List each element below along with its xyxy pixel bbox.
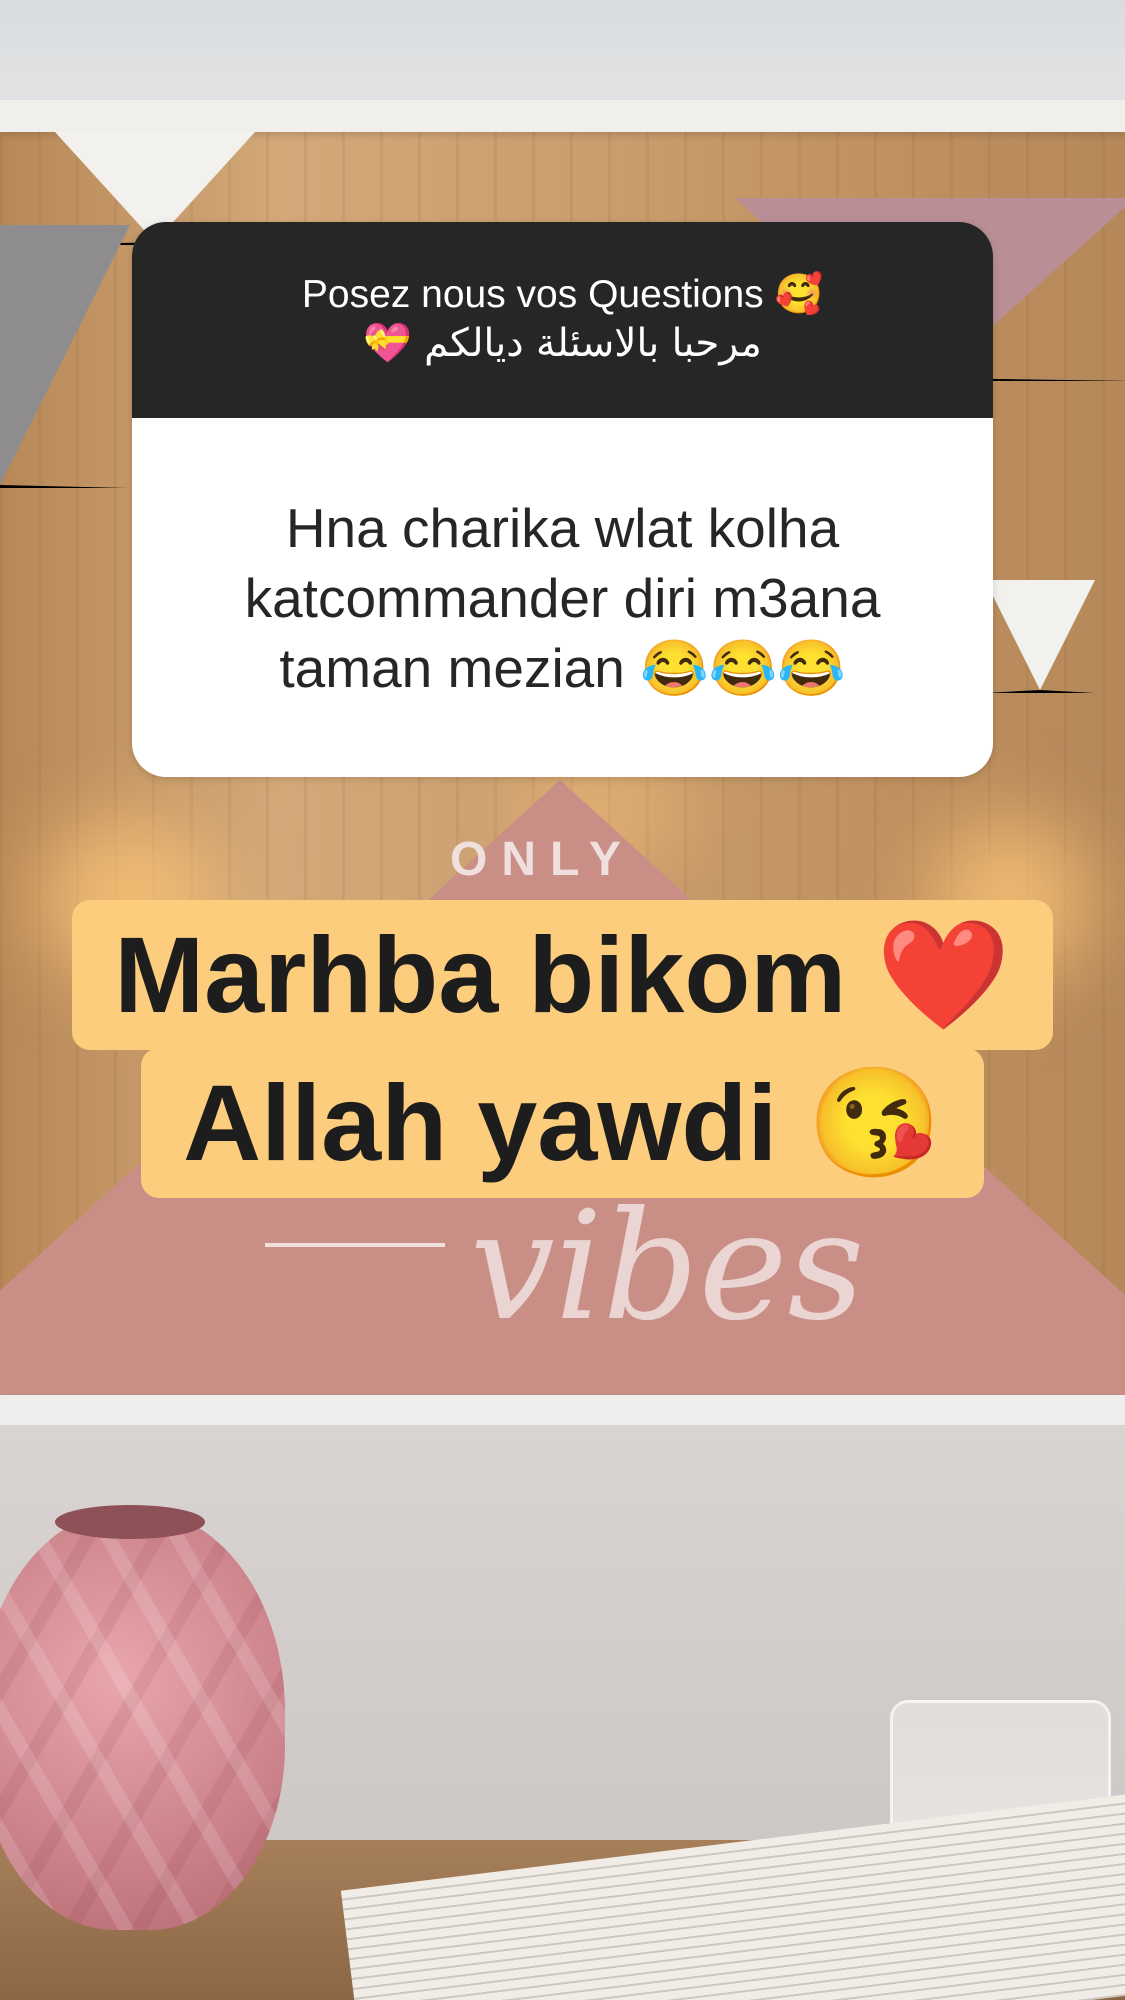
pink-vase [0,1510,285,1930]
question-header: Posez nous vos Questions 🥰 مرحبا بالاسئل… [132,222,993,418]
caption-line-1: Marhba bikom ❤️ [72,900,1053,1050]
top-shelf [0,100,1125,132]
question-subtitle: مرحبا بالاسئلة ديالكم 💝 [363,321,762,366]
frame-ledge [0,1395,1125,1425]
question-title: Posez nous vos Questions 🥰 [301,273,824,316]
vase-mouth [55,1505,205,1539]
bunting-flag [985,580,1095,693]
poster-script: vibes [470,1180,865,1354]
answer-body: Hna charika wlat kolha katcommander diri… [132,418,993,777]
poster-text: ONLY [450,833,635,886]
poster-arrow [265,1243,445,1247]
answer-text: Hna charika wlat kolha katcommander diri… [244,496,881,699]
question-sticker[interactable]: Posez nous vos Questions 🥰 مرحبا بالاسئل… [132,222,993,777]
bunting-flag [0,225,130,488]
caption-text[interactable]: Marhba bikom ❤️ Allah yawdi 😘 [0,900,1125,1198]
caption-line-2: Allah yawdi 😘 [141,1048,984,1198]
